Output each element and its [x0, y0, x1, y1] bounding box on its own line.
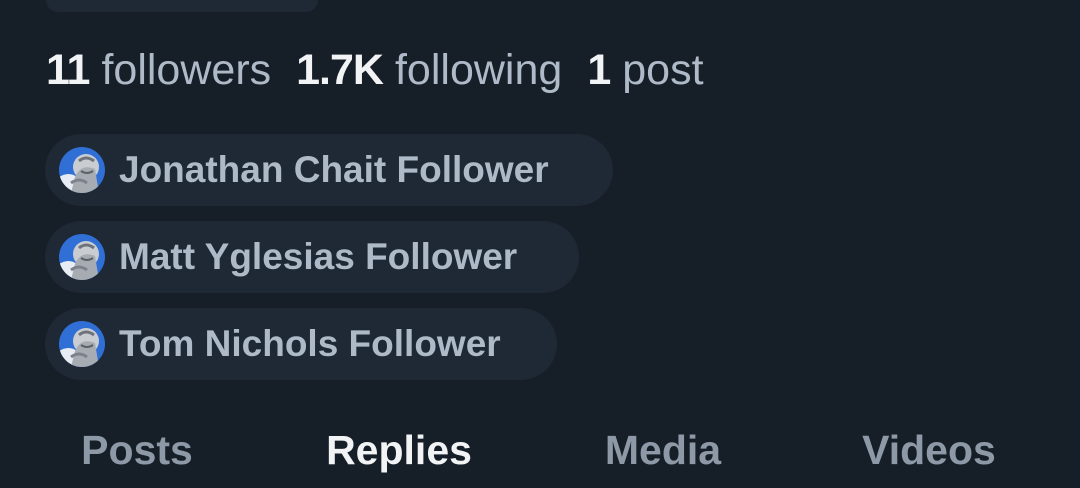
tab-videos[interactable]: Videos	[794, 412, 1064, 483]
list-badge-matt-yglesias[interactable]: Matt Yglesias Follower	[45, 221, 579, 293]
profile-action-button-edge	[46, 0, 318, 12]
tab-media[interactable]: Media	[528, 412, 798, 483]
list-badge-label: Jonathan Chait Follower	[119, 149, 549, 190]
list-badge-label: Tom Nichols Follower	[119, 323, 501, 364]
posts-stat: 1 post	[587, 44, 703, 96]
profile-tabs: Posts Replies Media Videos	[0, 412, 1080, 483]
posts-count: 1	[587, 46, 611, 94]
posts-label: post	[622, 46, 704, 94]
following-count: 1.7K	[296, 46, 384, 94]
list-badge-label: Matt Yglesias Follower	[119, 236, 518, 277]
followers-label: followers	[101, 46, 272, 94]
followers-count: 11	[46, 46, 90, 94]
list-badge-jonathan-chait[interactable]: Jonathan Chait Follower	[45, 134, 613, 206]
following-stat[interactable]: 1.7K following	[296, 44, 562, 96]
statue-avatar-icon	[59, 234, 105, 280]
following-label: following	[394, 46, 563, 94]
tab-replies[interactable]: Replies	[264, 412, 534, 483]
statue-avatar-icon	[59, 321, 105, 367]
list-badge-tom-nichols[interactable]: Tom Nichols Follower	[45, 308, 557, 380]
tab-posts[interactable]: Posts	[2, 412, 272, 483]
profile-stats: 11 followers 1.7K following 1 post	[46, 44, 704, 96]
followers-stat[interactable]: 11 followers	[46, 44, 271, 96]
profile-screen: { "stats": [ {"count": "11", "label": "f…	[0, 0, 1080, 483]
statue-avatar-icon	[59, 147, 105, 193]
